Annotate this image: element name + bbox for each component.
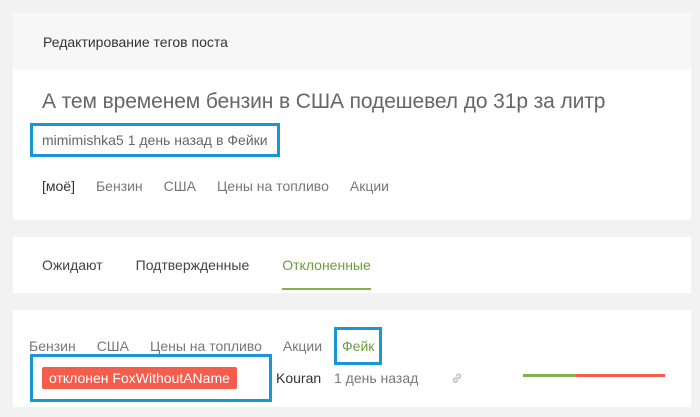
rejected-tag[interactable]: Цены на топливо xyxy=(150,338,262,354)
post-title[interactable]: А тем временем бензин в США подешевел до… xyxy=(42,90,605,114)
status-badge: отклонен FoxWithoutAName xyxy=(42,367,237,389)
post-author[interactable]: mimimishka5 xyxy=(42,132,124,148)
post-tags: [моё] Бензин США Цены на топливо Акции xyxy=(42,178,410,194)
rejected-tag[interactable]: США xyxy=(97,338,129,354)
post-meta: mimimishka5 1 день назад в Фейки xyxy=(30,123,280,157)
link-icon[interactable] xyxy=(450,371,464,385)
vote-bar-positive xyxy=(523,374,576,377)
post-tag[interactable]: Акции xyxy=(350,178,389,194)
post-time: 1 день назад xyxy=(127,132,212,148)
page-title: Редактирование тегов поста xyxy=(43,33,228,50)
tab-pending[interactable]: Ожидают xyxy=(42,237,103,293)
tab-rejected[interactable]: Отклоненные xyxy=(282,237,371,293)
post-card: Редактирование тегов поста А тем времене… xyxy=(13,13,691,220)
post-in-word: в xyxy=(215,132,224,148)
rejected-time: 1 день назад xyxy=(334,370,419,386)
post-tag[interactable]: США xyxy=(164,178,196,194)
rejected-highlight-tag-label: Фейк xyxy=(342,338,375,354)
tabs-card: Ожидают Подтвержденные Отклоненные xyxy=(13,237,691,293)
rejected-highlight-tag[interactable]: Фейк xyxy=(334,327,383,365)
post-tag-mine[interactable]: [моё] xyxy=(42,178,75,194)
vote-bar xyxy=(523,374,665,377)
rejected-user[interactable]: Kouran xyxy=(276,370,321,386)
post-tag[interactable]: Бензин xyxy=(96,178,143,194)
rejected-tag[interactable]: Бензин xyxy=(29,338,76,354)
tab-confirmed[interactable]: Подтвержденные xyxy=(136,237,250,293)
status-tabs: Ожидают Подтвержденные Отклоненные xyxy=(13,237,691,293)
rejected-entry-card: Бензин США Цены на топливо Акции Фейк от… xyxy=(13,310,691,407)
post-tag[interactable]: Цены на топливо xyxy=(217,178,329,194)
rejected-tag[interactable]: Акции xyxy=(283,338,322,354)
post-community[interactable]: Фейки xyxy=(227,132,267,148)
page-header: Редактирование тегов поста xyxy=(13,13,691,70)
